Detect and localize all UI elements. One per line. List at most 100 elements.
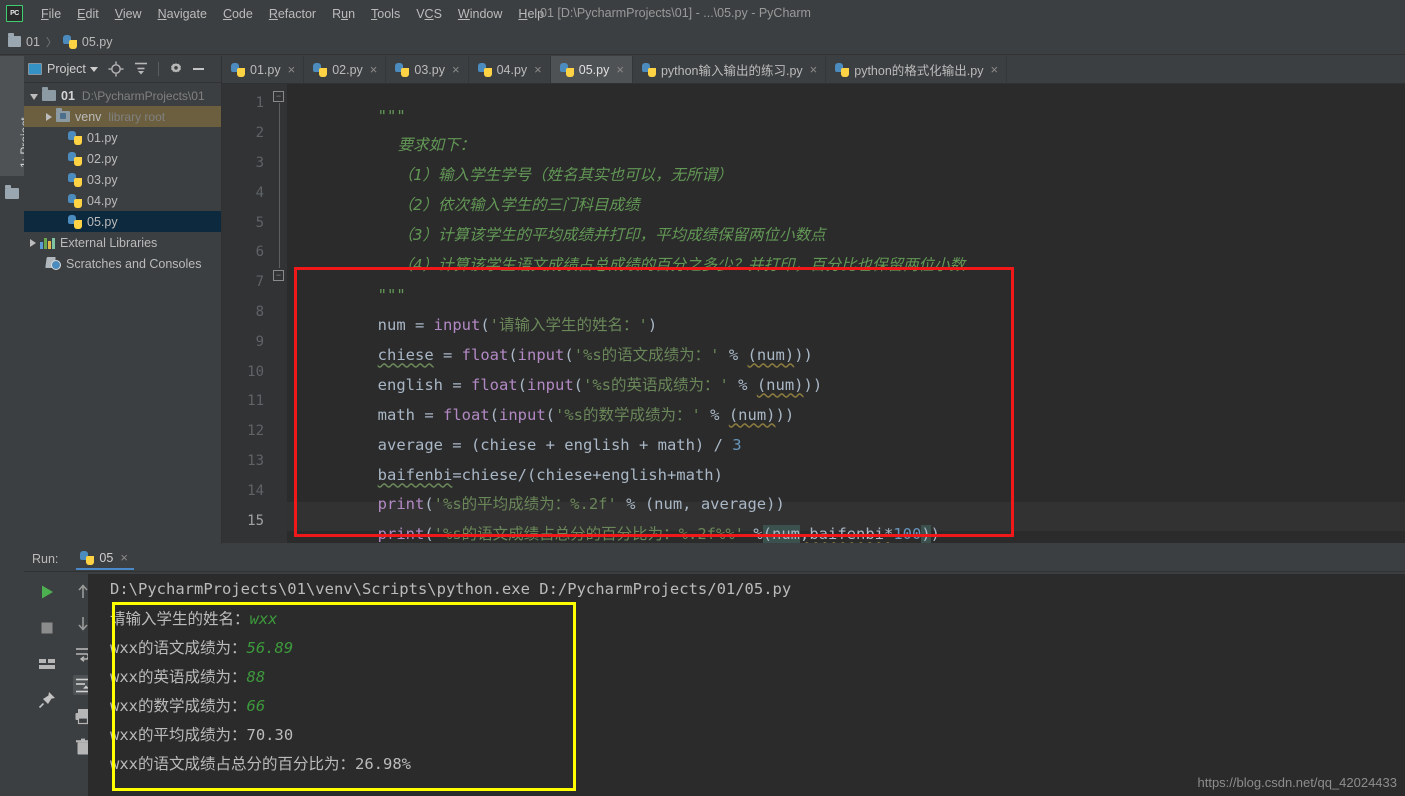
run-icon[interactable]: [37, 582, 57, 602]
code-token: %: [700, 405, 729, 424]
console-command-line: D:\PycharmProjects\01\venv\Scripts\pytho…: [110, 580, 792, 598]
breadcrumb-file[interactable]: 05.py: [62, 34, 113, 49]
tree-node-path: library root: [108, 109, 166, 124]
code-token: input: [517, 345, 565, 364]
code-token: %: [744, 524, 763, 543]
menu-window[interactable]: Window: [450, 5, 510, 23]
tree-node-02py[interactable]: 02.py: [24, 148, 221, 169]
code-token: float: [442, 405, 490, 424]
code-token: 3: [732, 435, 742, 454]
console-prompt: wxx的数学成绩为：: [110, 697, 247, 715]
code-token: (num): [747, 345, 795, 364]
fold-marker-icon[interactable]: −: [273, 270, 284, 281]
close-icon[interactable]: ×: [288, 62, 296, 77]
code-token: input: [433, 315, 481, 334]
menu-tools[interactable]: Tools: [363, 5, 408, 23]
python-file-icon: [835, 62, 850, 77]
code-token: ,baifenbi*: [800, 524, 894, 543]
editor-tab-label: 05.py: [578, 62, 610, 77]
tree-node-project-root[interactable]: 01 D:\PycharmProjects\01: [24, 85, 221, 106]
menu-code[interactable]: Code: [215, 5, 261, 23]
collapse-all-icon[interactable]: [133, 61, 149, 77]
editor-tab-python-format-output[interactable]: python的格式化输出.py ×: [826, 56, 1008, 83]
venv-folder-icon: [56, 108, 70, 122]
chevron-collapsed-icon[interactable]: [30, 238, 36, 247]
chevron-collapsed-icon[interactable]: [46, 112, 52, 121]
tree-node-external-libraries[interactable]: External Libraries: [24, 232, 221, 253]
close-icon[interactable]: ×: [452, 62, 460, 77]
chevron-down-icon[interactable]: [89, 66, 98, 72]
code-token: )): [803, 375, 823, 394]
watermark-url: https://blog.csdn.net/qq_42024433: [1197, 775, 1398, 790]
console-prompt: wxx的语文成绩占总分的百分比为：26.98%: [110, 755, 411, 773]
close-icon[interactable]: ×: [616, 62, 624, 77]
code-token-docstring-line: （3）计算该学生的平均成绩并打印，平均成绩保留两位小数点: [397, 225, 826, 244]
close-icon[interactable]: ×: [120, 550, 128, 565]
tool-window-tab-project[interactable]: 1: Project: [0, 56, 32, 176]
run-tab-05[interactable]: 05 ×: [76, 547, 134, 570]
tree-node-path: D:\PycharmProjects\01: [81, 88, 205, 103]
code-editor[interactable]: 1 2 3 4 5 6 7 8 9 10 11 12 13 14 15 − −: [222, 84, 1405, 543]
python-file-icon: [68, 130, 82, 145]
code-token-docstring-line: 要求如下：: [397, 135, 476, 154]
settings-gear-icon[interactable]: [168, 61, 184, 77]
editor-tab-02py[interactable]: 02.py ×: [304, 56, 387, 83]
code-token: =: [414, 405, 443, 424]
close-icon[interactable]: ×: [810, 62, 818, 77]
menu-navigate[interactable]: Navigate: [150, 5, 215, 23]
editor-tab-04py[interactable]: 04.py ×: [469, 56, 551, 83]
close-icon[interactable]: ×: [370, 62, 378, 77]
menu-edit[interactable]: Edit: [69, 5, 107, 23]
tree-node-04py[interactable]: 04.py: [24, 190, 221, 211]
console-output-line: wxx的语文成绩为：56.89: [110, 640, 293, 657]
stop-icon[interactable]: [37, 618, 57, 638]
python-file-icon: [80, 550, 95, 565]
minimize-icon[interactable]: [192, 68, 204, 70]
editor-tab-03py[interactable]: 03.py ×: [386, 56, 469, 83]
code-token: print: [377, 524, 425, 543]
locate-icon[interactable]: [108, 61, 124, 77]
code-token: input: [499, 405, 546, 424]
console-user-input: 66: [246, 697, 266, 715]
editor-tab-python-io-exercise[interactable]: python输入输出的练习.py ×: [633, 56, 827, 83]
menu-run[interactable]: Run: [324, 5, 363, 23]
menu-view[interactable]: View: [107, 5, 150, 23]
code-token: , average)): [682, 494, 785, 513]
line-number: 7: [255, 274, 264, 290]
code-token: math: [377, 405, 415, 424]
run-console-output[interactable]: D:\PycharmProjects\01\venv\Scripts\pytho…: [88, 574, 1405, 796]
editor-code-area[interactable]: """ 要求如下： （1）输入学生学号（姓名其实也可以，无所谓） （2）依次输入…: [287, 84, 1405, 543]
structure-folder-icon[interactable]: [5, 185, 19, 199]
tree-node-05py[interactable]: 05.py: [24, 211, 221, 232]
menu-vcs[interactable]: VCS: [408, 5, 450, 23]
folder-icon: [42, 87, 56, 101]
code-token: )): [794, 345, 813, 364]
tree-node-01py[interactable]: 01.py: [24, 127, 221, 148]
line-number: 6: [255, 244, 264, 260]
code-token-docstring-line: （4）计算该学生语文成绩占总成绩的百分之多少？并打印，百分比也保留两位小数: [397, 255, 965, 274]
close-icon[interactable]: ×: [990, 62, 998, 77]
code-token: '%s的平均成绩为：%.2f': [433, 494, 617, 513]
console-output-line: wxx的数学成绩为：66: [110, 697, 266, 715]
close-icon[interactable]: ×: [534, 62, 542, 77]
code-token: (: [545, 405, 556, 424]
restore-layout-icon[interactable]: [37, 654, 57, 674]
breadcrumb-project[interactable]: 01: [8, 33, 40, 49]
code-token: float: [461, 345, 509, 364]
editor-tab-05py[interactable]: 05.py ×: [550, 56, 633, 83]
chevron-expanded-icon[interactable]: [30, 93, 38, 100]
scratches-icon: [46, 257, 61, 270]
project-view-icon: [28, 63, 42, 75]
editor-tab-01py[interactable]: 01.py ×: [222, 56, 305, 83]
code-token-bracket-match: (num: [762, 524, 800, 543]
tree-node-venv[interactable]: venv library root: [24, 106, 221, 127]
fold-marker-icon[interactable]: −: [273, 91, 284, 102]
code-token: (num): [728, 405, 776, 424]
editor-tab-label: python的格式化输出.py: [854, 64, 984, 78]
tree-node-scratches[interactable]: Scratches and Consoles: [24, 253, 221, 274]
pin-tab-icon[interactable]: [37, 690, 57, 710]
tree-node-03py[interactable]: 03.py: [24, 169, 221, 190]
menu-file[interactable]: File: [33, 5, 69, 23]
menu-refactor[interactable]: Refactor: [261, 5, 324, 23]
run-tab-label: 05: [99, 550, 114, 565]
